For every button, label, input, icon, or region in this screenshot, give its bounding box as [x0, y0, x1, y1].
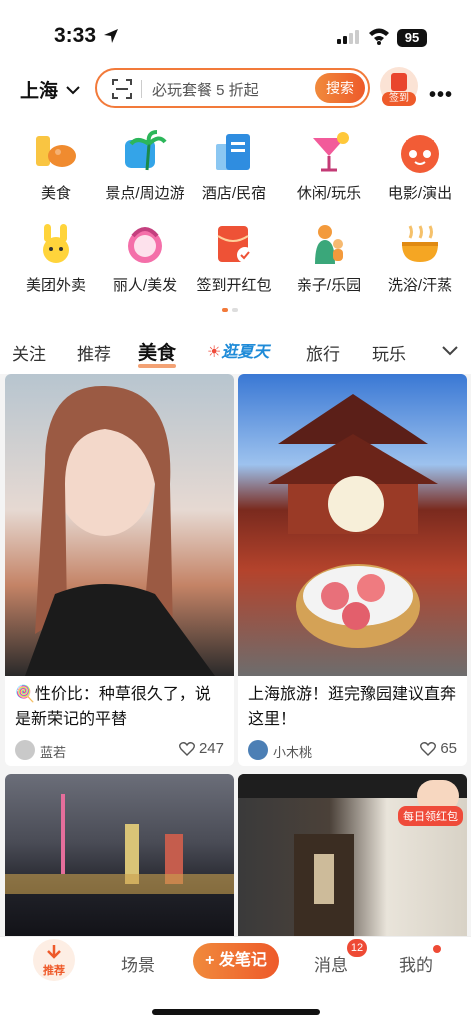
- feed-card[interactable]: 每日领红包: [238, 774, 467, 936]
- like-count: 65: [440, 740, 457, 757]
- like-count: 247: [198, 740, 224, 757]
- feed-card-image: [5, 374, 234, 676]
- city-selector[interactable]: 上海: [20, 76, 80, 103]
- tab-summer[interactable]: ☀逛夏天: [207, 338, 269, 362]
- kangaroo-icon: [34, 222, 78, 266]
- category-bath[interactable]: 洗浴/汗蒸: [373, 222, 467, 295]
- page-indicator: [222, 308, 238, 312]
- status-bar: 3:33 95: [0, 0, 471, 66]
- like-button[interactable]: 247: [179, 740, 224, 757]
- feed-card[interactable]: [5, 774, 234, 936]
- category-checkin-redpacket[interactable]: 签到开红包: [187, 222, 281, 295]
- bottom-navigation: 推荐 场景 + 发笔记 消息 12 我的: [0, 936, 471, 1024]
- feed-card[interactable]: 🍭性价比：种草很久了，说是新荣记的平替 蓝若 247: [5, 374, 234, 766]
- tab-active-underline: [138, 364, 177, 368]
- page-dot: [232, 308, 238, 312]
- author-name: 蓝若: [40, 745, 67, 760]
- scan-icon[interactable]: [111, 78, 133, 105]
- palm-tree-icon: [123, 130, 167, 174]
- nav-messages[interactable]: 消息: [314, 951, 348, 976]
- feed-card-meta: 蓝若 247: [5, 734, 234, 766]
- category-beauty[interactable]: 丽人/美发: [98, 222, 192, 295]
- post-note-button[interactable]: + 发笔记: [193, 943, 279, 979]
- parent-child-icon: [307, 222, 351, 266]
- feed-card-image: 每日领红包: [238, 774, 467, 936]
- category-meituan-waimai[interactable]: 美团外卖: [9, 222, 103, 295]
- category-leisure[interactable]: 休闲/玩乐: [282, 130, 376, 203]
- city-name: 上海: [20, 81, 59, 102]
- top-header: 上海 必玩套餐 5 折起 搜索 签到 •••: [0, 66, 471, 112]
- tab-follow[interactable]: 关注: [12, 340, 46, 365]
- heart-icon: [179, 741, 195, 756]
- daily-redpacket-badge[interactable]: 每日领红包: [398, 806, 463, 826]
- beauty-icon: [123, 222, 167, 266]
- messages-badge: 12: [347, 939, 367, 957]
- category-food[interactable]: 美食: [9, 130, 103, 203]
- feed-card-meta: 小木桃 65: [238, 734, 467, 766]
- hotel-icon: [212, 130, 256, 174]
- search-divider: [141, 80, 142, 98]
- home-indicator: [152, 1009, 320, 1015]
- notification-dot: [433, 945, 441, 953]
- arrow-down-icon: [47, 945, 61, 959]
- bath-icon: [398, 222, 442, 266]
- chevron-down-icon: [66, 85, 80, 94]
- feed-card[interactable]: 上海旅游！逛完豫园建议直奔这里！ 小木桃 65: [238, 374, 467, 766]
- tab-food-label: 美食: [138, 343, 177, 364]
- feed-card-title: 上海旅游！逛完豫园建议直奔这里！: [248, 686, 457, 728]
- heart-icon: [420, 741, 437, 756]
- category-scenic[interactable]: 景点/周边游: [98, 130, 192, 203]
- search-button[interactable]: 搜索: [315, 73, 365, 103]
- nav-me[interactable]: 我的: [399, 951, 433, 976]
- location-arrow-icon: [103, 28, 119, 49]
- cat-movie-icon: [398, 130, 442, 174]
- more-icon[interactable]: •••: [429, 84, 453, 107]
- search-placeholder[interactable]: 必玩套餐 5 折起: [152, 79, 259, 100]
- wifi-icon: [368, 27, 390, 50]
- category-hotel[interactable]: 酒店/民宿: [187, 130, 281, 203]
- like-button[interactable]: 65: [420, 740, 457, 757]
- search-bar[interactable]: 必玩套餐 5 折起 搜索: [95, 68, 370, 108]
- red-packet-icon: [212, 222, 256, 266]
- category-movie[interactable]: 电影/演出: [373, 130, 467, 203]
- category-parent-child[interactable]: 亲子/乐园: [282, 222, 376, 295]
- chevron-down-icon[interactable]: [441, 344, 459, 362]
- feed-card-title: 🍭性价比：种草很久了，说是新荣记的平替: [15, 686, 211, 728]
- sun-icon: ☀: [207, 344, 222, 361]
- nav-home[interactable]: 推荐: [33, 939, 75, 981]
- avatar: [248, 740, 268, 760]
- tab-travel[interactable]: 旅行: [306, 340, 340, 365]
- checkin-label: 签到: [382, 92, 416, 106]
- checkin-button[interactable]: 签到: [380, 67, 418, 109]
- tab-fun[interactable]: 玩乐: [372, 340, 406, 365]
- author-name: 小木桃: [273, 745, 313, 760]
- signal-icon: [337, 30, 361, 49]
- nav-home-label: 推荐: [43, 965, 65, 977]
- cocktail-icon: [307, 130, 351, 174]
- status-time: 3:33: [54, 24, 97, 47]
- nav-scene[interactable]: 场景: [121, 951, 155, 976]
- feed-card-image: [5, 774, 234, 936]
- channel-tabs: 关注 推荐 美食 ☀逛夏天 旅行 玩乐: [0, 334, 471, 370]
- feed-card-image: [238, 374, 467, 676]
- avatar: [15, 740, 35, 760]
- page-dot-active: [222, 308, 228, 312]
- tab-summer-label: 逛夏天: [221, 344, 270, 361]
- feed-grid: 🍭性价比：种草很久了，说是新荣记的平替 蓝若 247 上海旅游！逛完豫园建议直奔…: [0, 374, 471, 936]
- tab-recommend[interactable]: 推荐: [77, 340, 111, 365]
- tab-food[interactable]: 美食: [138, 338, 177, 368]
- food-icon: [34, 130, 78, 174]
- battery-indicator: 95: [397, 29, 427, 47]
